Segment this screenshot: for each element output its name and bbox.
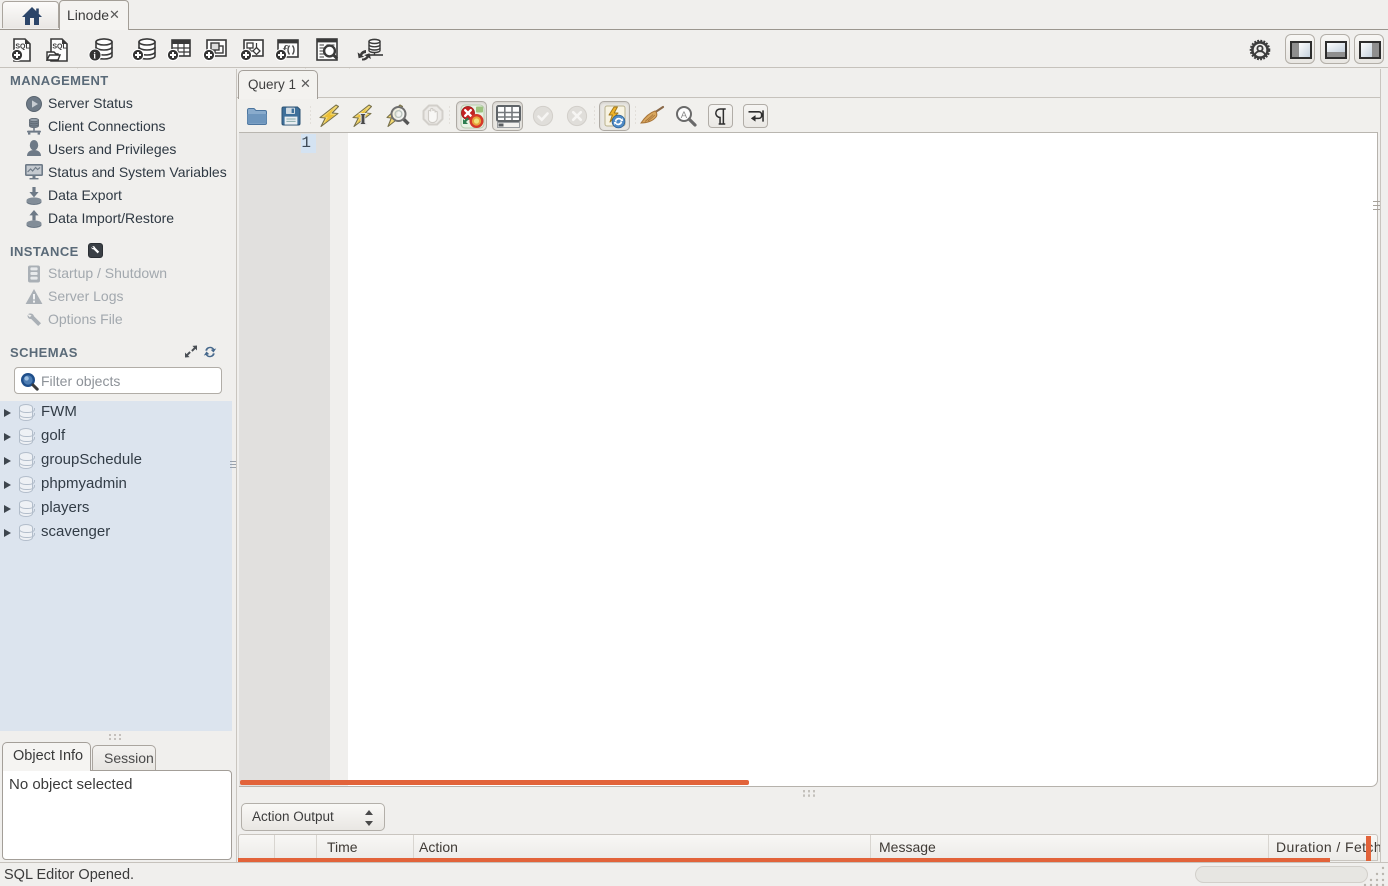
svg-text:SQL: SQL [52, 44, 67, 51]
svg-text:A: A [681, 110, 688, 121]
